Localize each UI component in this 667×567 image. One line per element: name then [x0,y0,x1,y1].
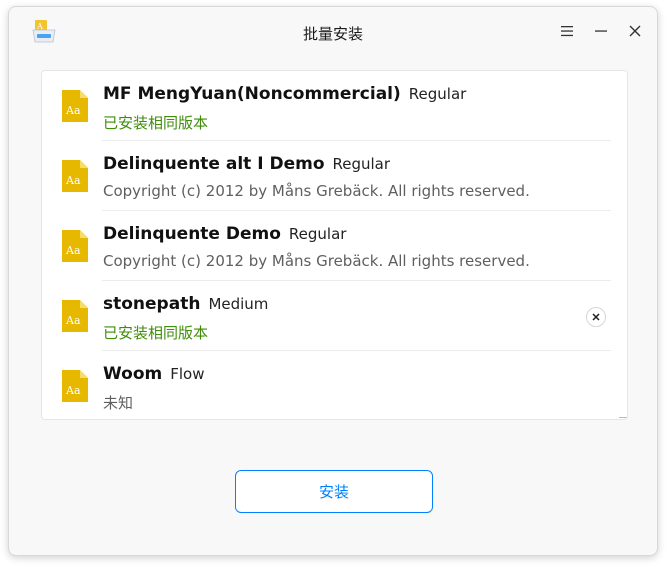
minimize-button[interactable] [590,20,612,42]
font-file-icon: Aa [61,299,89,333]
font-style-name: Regular [288,225,347,243]
svg-text:Aa: Aa [65,384,81,397]
font-style-name: Regular [408,85,467,103]
menu-button[interactable] [556,20,578,42]
font-name: Delinquente Demo Regular [103,224,346,244]
batch-install-window: A 批量安装 AaMF MengYuan(Noncommercial)Reg [8,6,658,556]
install-button[interactable]: 安装 [235,470,433,513]
font-description: 未知 [103,394,134,412]
font-list-item[interactable]: Aa MF MengYuan(Noncommercial) Regular 已安装相同… [42,71,627,141]
font-style-name: Medium [208,295,269,313]
font-family-name: Delinquente Demo [103,224,281,244]
font-family-name: MF MengYuan(Noncommercial) [103,84,401,104]
remove-font-button[interactable] [586,307,606,327]
font-style-name: Flow [170,365,205,383]
svg-text:Aa: Aa [65,244,81,257]
titlebar: A 批量安装 [9,7,657,59]
installed-status-text: 已安装相同版本 [103,114,209,132]
close-button[interactable] [624,20,646,42]
font-name: Delinquente alt I Demo Regular [103,154,390,174]
remove-icon [592,313,600,321]
scrollbar[interactable] [619,417,627,418]
font-file-icon: Aa [61,229,89,263]
font-style-name: Regular [332,155,391,173]
svg-text:Aa: Aa [65,174,81,187]
minimize-icon [595,30,607,32]
font-name: MF MengYuan(Noncommercial) Regular [103,84,466,104]
font-family-name: Delinquente alt I Demo [103,154,325,174]
svg-text:Aa: Aa [65,104,81,117]
svg-text:Aa: Aa [65,314,81,327]
installed-status-text: 已安装相同版本 [103,324,209,342]
font-installer-app-icon: A [31,18,57,44]
font-name: Woom Flow [103,364,204,384]
font-file-icon: Aa [61,159,89,193]
font-description: Copyright (c) 2012 by Måns Grebäck. All … [103,182,530,200]
font-list-item[interactable]: Aa Delinquente Demo Regular Copyright (c) 2… [42,211,627,281]
font-list-item[interactable]: Aa Delinquente alt I Demo Regular Copyright… [42,141,627,211]
font-list[interactable]: Aa MF MengYuan(Noncommercial) Regular 已安装相同… [41,70,628,420]
font-list-item[interactable]: Aa Woom Flow 未知 [42,351,627,419]
font-file-icon: Aa [61,89,89,123]
menu-icon [561,26,573,37]
close-icon [629,25,641,37]
font-description: Copyright (c) 2012 by Måns Grebäck. All … [103,252,530,270]
font-file-icon: Aa [61,369,89,403]
font-family-name: stonepath [103,294,201,314]
font-family-name: Woom [103,364,163,384]
font-name: stonepath Medium [103,294,268,314]
font-list-item[interactable]: Aa stonepath Medium 已安装相同版本 [42,281,627,351]
